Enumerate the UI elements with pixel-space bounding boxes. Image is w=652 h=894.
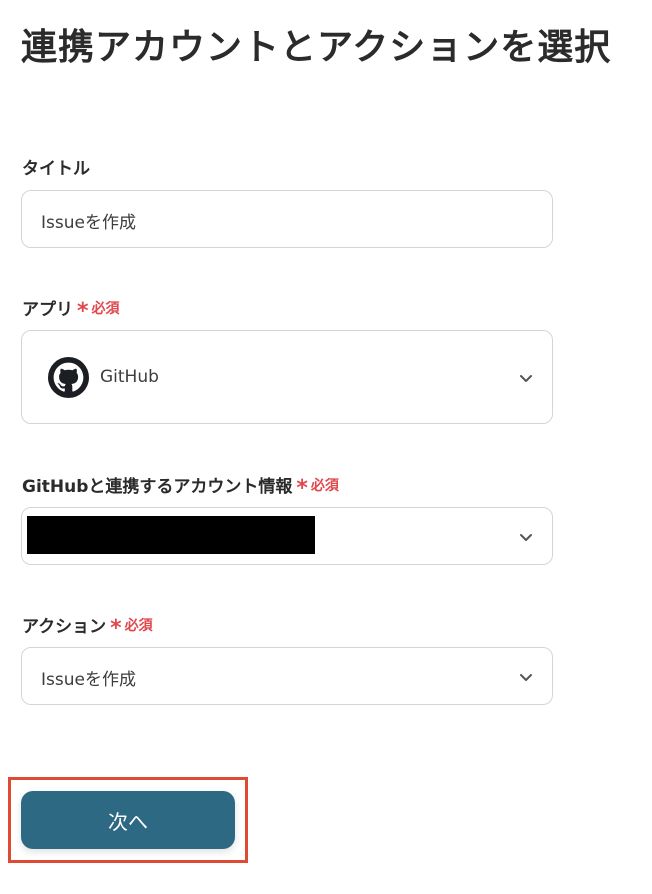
account-select[interactable] xyxy=(21,507,553,565)
action-select[interactable]: Issueを作成 xyxy=(21,647,553,705)
required-badge: * 必須 xyxy=(110,615,153,641)
title-input-value: Issueを作成 xyxy=(41,213,136,233)
required-asterisk-icon: * xyxy=(110,615,122,641)
github-icon xyxy=(48,357,89,398)
chevron-down-icon xyxy=(520,534,532,541)
account-field-label: GitHubと連携するアカウント情報 * 必須 xyxy=(22,472,339,501)
redacted-account-value xyxy=(27,516,315,554)
required-text: 必須 xyxy=(310,477,339,494)
app-select[interactable]: GitHub xyxy=(21,330,553,424)
chevron-down-icon xyxy=(520,674,532,681)
chevron-down-icon xyxy=(520,375,532,382)
required-text: 必須 xyxy=(124,617,153,634)
page-title: 連携アカウントとアクションを選択 xyxy=(21,27,612,68)
required-badge: * 必須 xyxy=(77,298,120,324)
action-field-label: アクション * 必須 xyxy=(22,612,153,641)
title-label-text: タイトル xyxy=(22,159,90,179)
action-select-value: Issueを作成 xyxy=(41,670,136,690)
title-input[interactable]: Issueを作成 xyxy=(21,190,553,248)
account-label-text: GitHubと連携するアカウント情報 xyxy=(22,477,293,497)
app-field-label: アプリ * 必須 xyxy=(22,295,120,324)
required-text: 必須 xyxy=(91,300,120,317)
next-button[interactable]: 次へ xyxy=(21,791,235,849)
title-field-label: タイトル xyxy=(22,154,90,179)
required-badge: * 必須 xyxy=(296,475,339,501)
action-label-text: アクション xyxy=(22,617,107,637)
app-label-text: アプリ xyxy=(22,300,73,320)
required-asterisk-icon: * xyxy=(296,475,308,501)
app-select-value: GitHub xyxy=(100,367,159,387)
required-asterisk-icon: * xyxy=(77,298,89,324)
